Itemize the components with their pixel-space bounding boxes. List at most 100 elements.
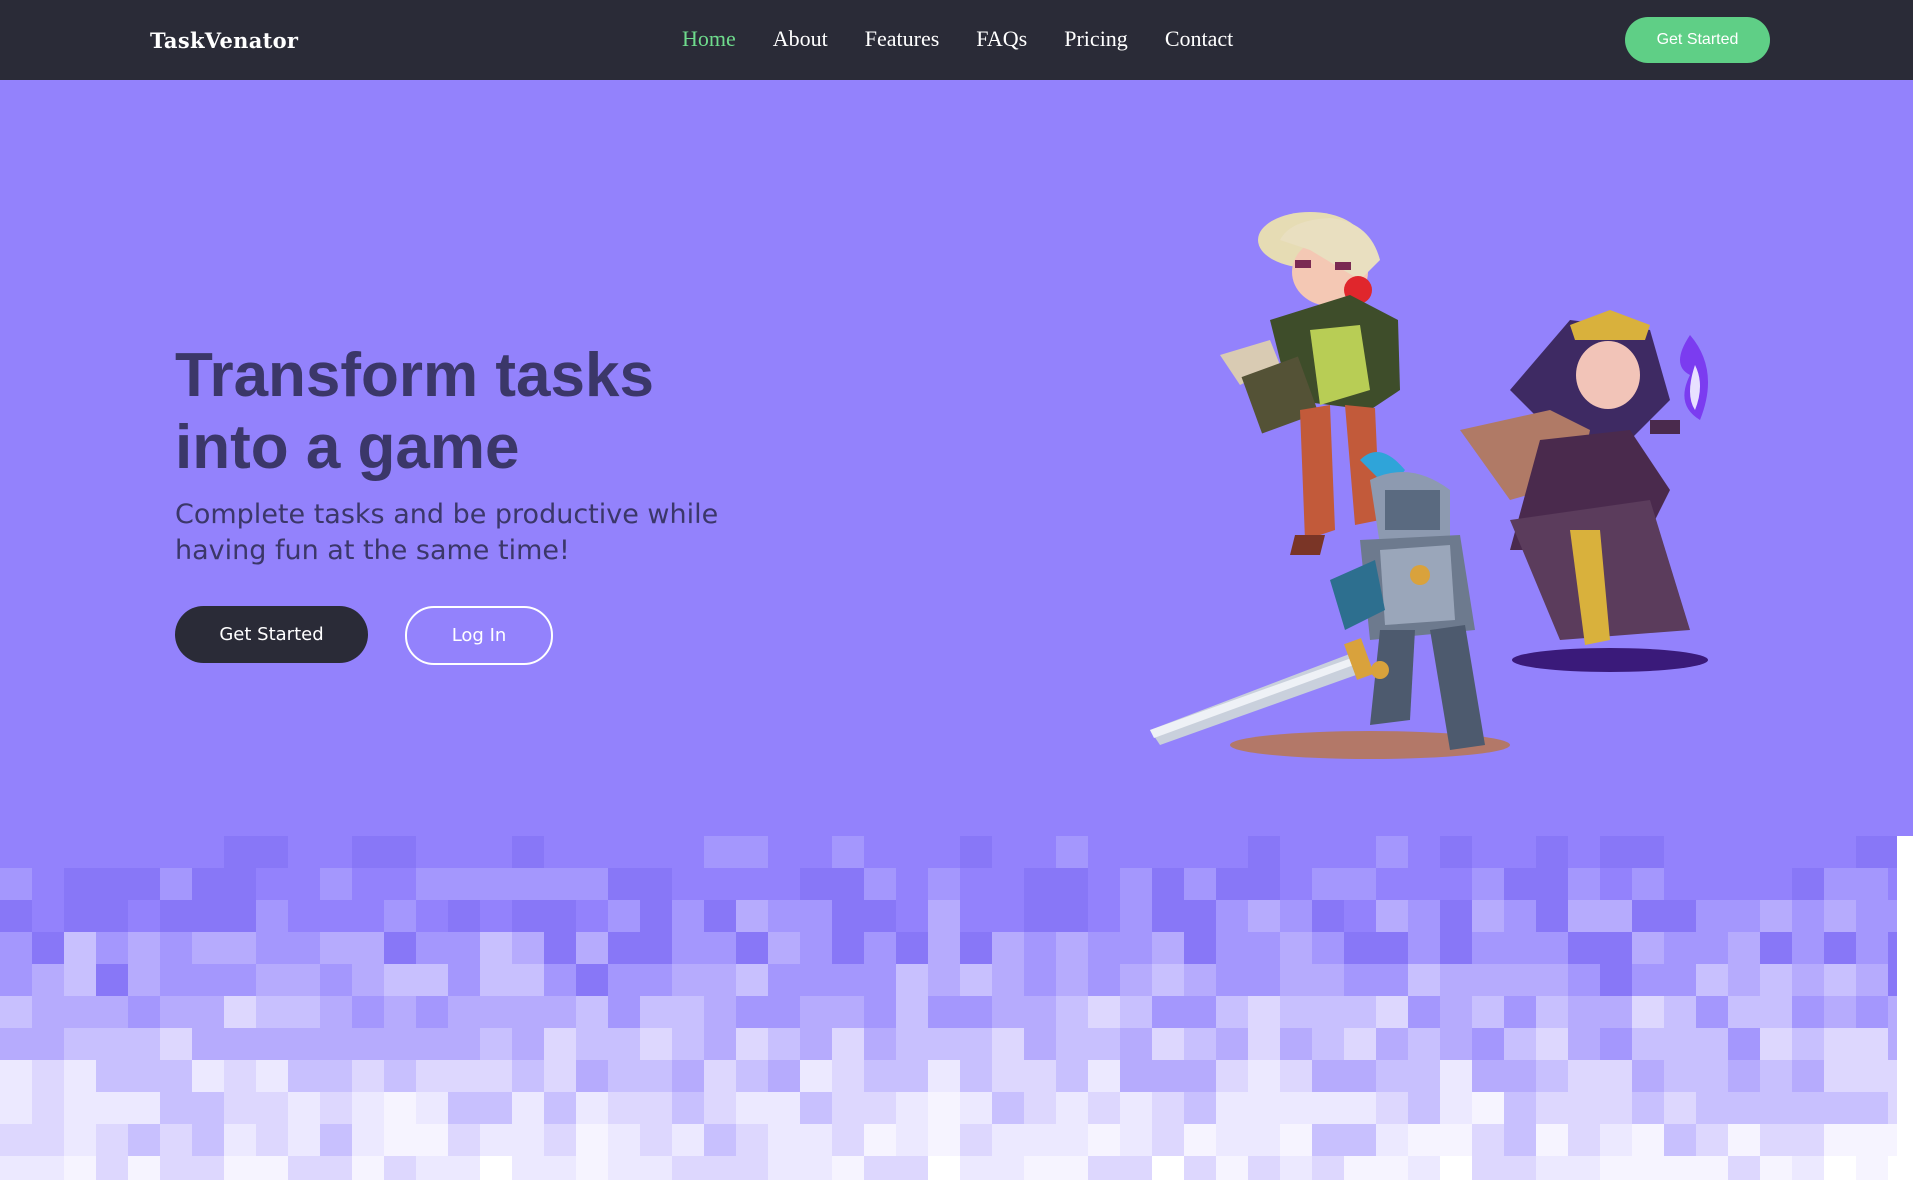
pixel-tile (704, 1156, 736, 1180)
pixel-tile (768, 932, 800, 964)
nav-link-pricing[interactable]: Pricing (1064, 26, 1128, 52)
pixel-tile (1408, 1028, 1440, 1060)
pixel-tile (1376, 1060, 1408, 1092)
pixel-tile (1504, 900, 1536, 932)
pixel-tile (1344, 932, 1376, 964)
pixel-tile (1856, 1028, 1888, 1060)
pixel-tile (1056, 900, 1088, 932)
pixel-tile (160, 1156, 192, 1180)
pixel-tile (1536, 964, 1568, 996)
pixel-tile (1344, 900, 1376, 932)
pixel-tile (448, 964, 480, 996)
pixel-tile (1824, 1092, 1856, 1124)
pixel-tile (1280, 1156, 1312, 1180)
pixel-tile (1440, 900, 1472, 932)
pixel-tile (1056, 1092, 1088, 1124)
pixel-tile (544, 868, 576, 900)
pixel-tile (1024, 996, 1056, 1028)
pixel-tile (704, 900, 736, 932)
pixel-tile (1824, 1028, 1856, 1060)
pixel-tile (1056, 964, 1088, 996)
pixel-tile (608, 1156, 640, 1180)
pixel-tile (1440, 836, 1472, 868)
pixel-tile (32, 836, 64, 868)
pixel-tile (672, 900, 704, 932)
pixel-tile (1728, 1060, 1760, 1092)
pixel-tile (1856, 1124, 1888, 1156)
pixel-tile (1376, 964, 1408, 996)
pixel-tile (32, 1028, 64, 1060)
pixel-tile (1696, 932, 1728, 964)
pixel-tile (1568, 996, 1600, 1028)
pixel-tile (224, 1156, 256, 1180)
pixel-tile (960, 964, 992, 996)
pixel-tile (1440, 868, 1472, 900)
pixel-tile (1504, 836, 1536, 868)
pixel-tile (1024, 932, 1056, 964)
nav-link-about[interactable]: About (773, 26, 828, 52)
pixel-tile (64, 1124, 96, 1156)
pixel-tile (672, 1060, 704, 1092)
pixel-tile (1440, 964, 1472, 996)
pixel-tile (1024, 836, 1056, 868)
pixel-tile (320, 1060, 352, 1092)
pixel-tile (64, 836, 96, 868)
pixel-tile (416, 1156, 448, 1180)
pixel-tile (1632, 1028, 1664, 1060)
pixel-tile (288, 868, 320, 900)
pixel-tile (384, 996, 416, 1028)
pixel-tile (960, 868, 992, 900)
nav-get-started-button[interactable]: Get Started (1625, 17, 1770, 63)
nav-link-home[interactable]: Home (682, 26, 736, 52)
nav-link-features[interactable]: Features (865, 26, 940, 52)
pixel-tile (1600, 996, 1632, 1028)
pixel-tile (576, 996, 608, 1028)
pixel-tile (960, 1156, 992, 1180)
pixel-tile (576, 836, 608, 868)
pixel-tile (768, 836, 800, 868)
pixel-tile (1600, 836, 1632, 868)
pixel-tile (1856, 1092, 1888, 1124)
pixel-tile (1184, 1060, 1216, 1092)
pixel-tile (1152, 836, 1184, 868)
log-in-button[interactable]: Log In (405, 606, 553, 665)
get-started-button[interactable]: Get Started (175, 606, 368, 663)
pixel-tile (576, 1060, 608, 1092)
pixel-tile (1120, 932, 1152, 964)
pixel-tile (160, 1060, 192, 1092)
pixel-tile (1152, 964, 1184, 996)
nav-link-faqs[interactable]: FAQs (976, 26, 1027, 52)
pixel-tile (736, 1156, 768, 1180)
pixel-tile (1312, 900, 1344, 932)
pixel-tile (416, 836, 448, 868)
pixel-tile (1152, 1028, 1184, 1060)
brand-logo[interactable]: TaskVenator (150, 28, 298, 53)
pixel-tile (1408, 964, 1440, 996)
pixel-tile (128, 1092, 160, 1124)
pixel-tile (736, 836, 768, 868)
pixel-tile (1536, 932, 1568, 964)
pixel-tile (160, 932, 192, 964)
hero-illustration (1150, 212, 1708, 759)
pixel-tile (320, 932, 352, 964)
pixel-tile (832, 1060, 864, 1092)
pixel-tile (1760, 996, 1792, 1028)
pixel-tile (1152, 900, 1184, 932)
pixel-tile (1568, 1060, 1600, 1092)
pixel-tile (1088, 1060, 1120, 1092)
pixel-tile (1056, 1060, 1088, 1092)
pixel-tile (1856, 964, 1888, 996)
pixel-tile (1120, 868, 1152, 900)
pixel-tile (1856, 996, 1888, 1028)
pixel-tile (64, 1156, 96, 1180)
pixel-tile (576, 964, 608, 996)
pixel-tile (544, 964, 576, 996)
pixel-tile (544, 932, 576, 964)
pixel-tile (928, 1028, 960, 1060)
pixel-tile (832, 1156, 864, 1180)
pixel-tile (992, 1124, 1024, 1156)
nav-link-contact[interactable]: Contact (1165, 26, 1233, 52)
pixel-tile (864, 1124, 896, 1156)
pixel-tile (224, 900, 256, 932)
pixel-tile (544, 1028, 576, 1060)
